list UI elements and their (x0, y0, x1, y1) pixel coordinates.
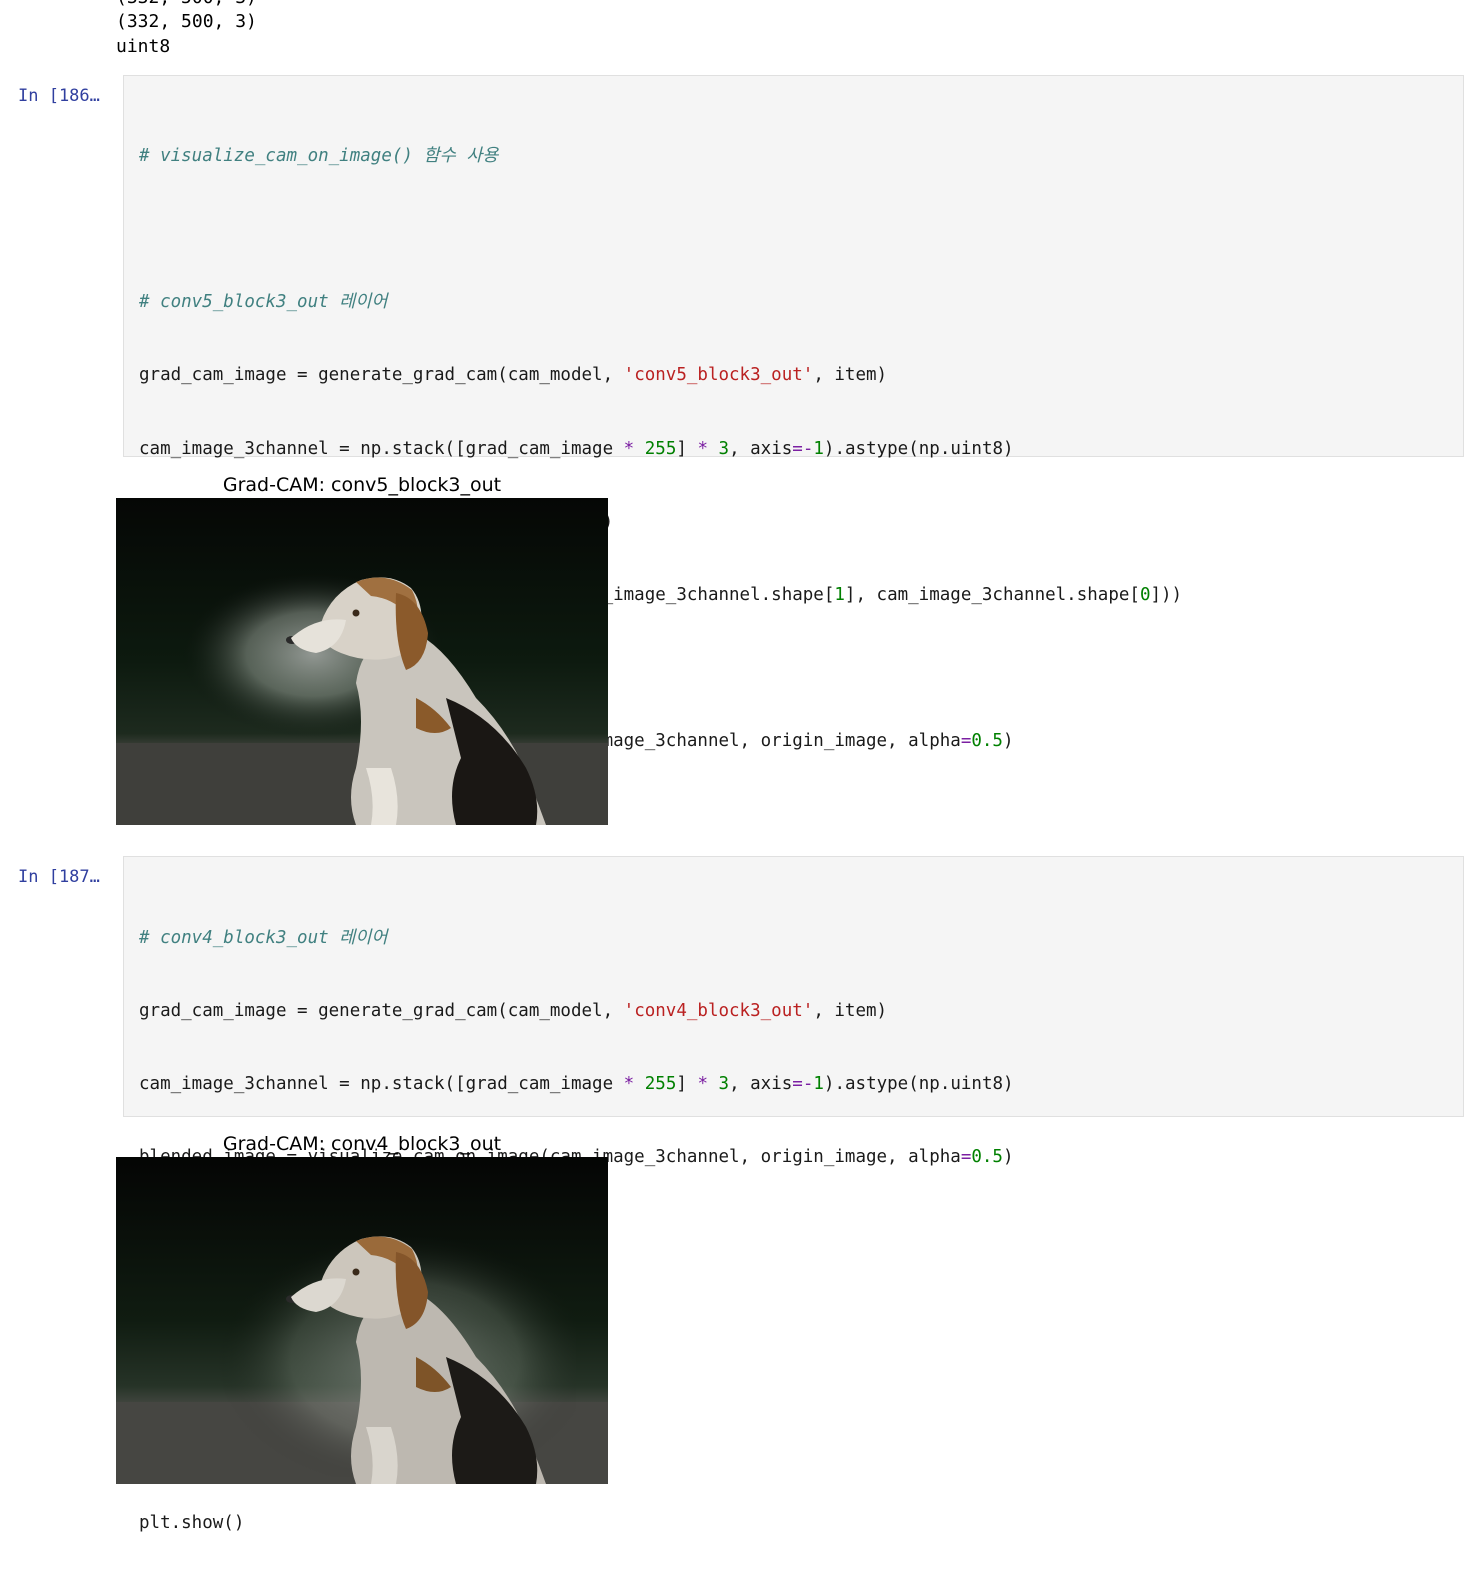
output-line-3: uint8 (116, 36, 171, 57)
cell-prompt-187: In [187… (18, 867, 100, 887)
cell-prompt-186: In [186… (18, 86, 100, 106)
code-cell-186[interactable]: # visualize_cam_on_image() 함수 사용 # conv5… (123, 75, 1464, 1117)
output-line-1: (332, 500, 3) (116, 0, 257, 10)
code-cell-187[interactable]: # conv4_block3_out 레이어 grad_cam_image = … (123, 856, 1464, 1533)
gradcam-image-conv5 (116, 498, 608, 825)
figure-title-conv5: Grad-CAM: conv5_block3_out (222, 474, 502, 496)
output-line-2: (332, 500, 3) (116, 11, 257, 32)
gradcam-image-conv4 (116, 1157, 608, 1484)
figure-title-conv4: Grad-CAM: conv4_block3_out (222, 1133, 502, 1155)
